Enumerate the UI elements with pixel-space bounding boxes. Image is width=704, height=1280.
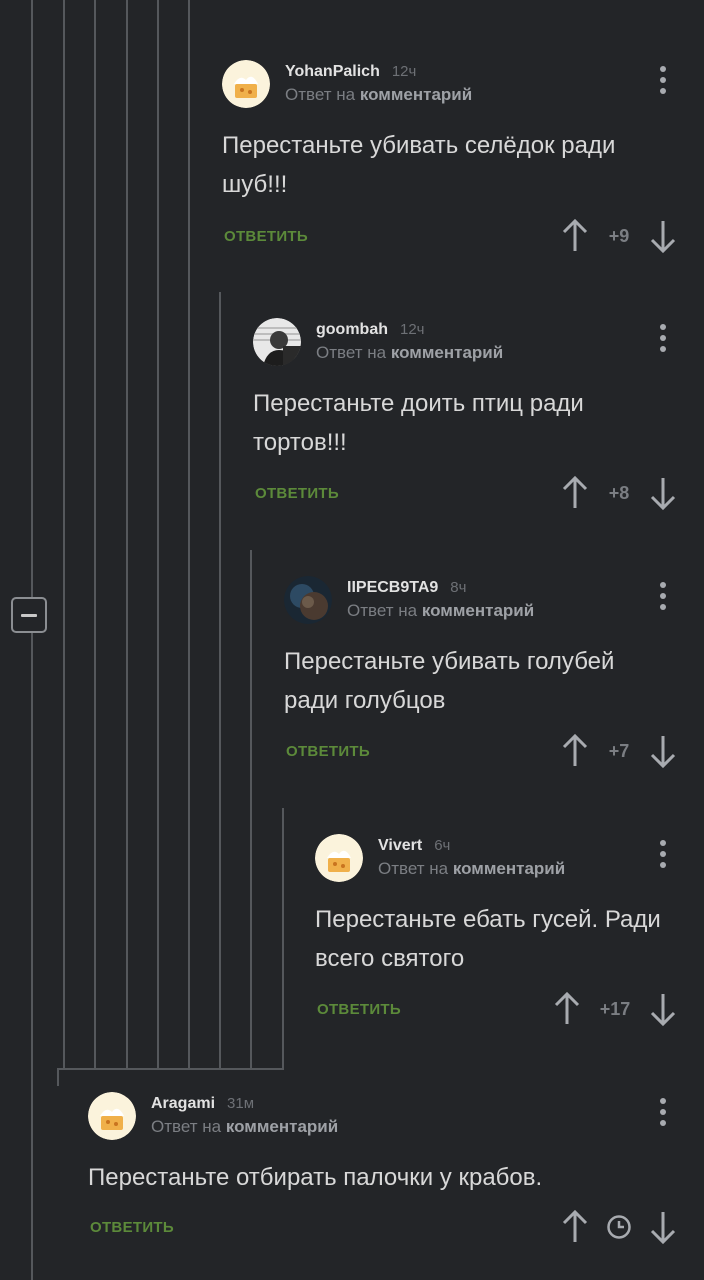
downvote-icon[interactable] <box>650 1209 676 1245</box>
rating-count: +17 <box>599 998 631 1019</box>
cake-avatar-icon <box>222 60 270 108</box>
timestamp: 12ч <box>400 321 425 338</box>
comment-text: Перестаньте убивать голубей ради голубцо… <box>284 648 615 714</box>
comment: Aragami 31м Ответ на комментарий Перестан… <box>88 1092 704 1272</box>
thread-line <box>250 550 252 1070</box>
photo-avatar-icon <box>253 318 301 366</box>
cake-avatar-icon <box>315 834 363 882</box>
timestamp: 6ч <box>434 837 451 854</box>
reply-button[interactable]: ОТВЕТИТЬ <box>90 1219 174 1236</box>
more-options-icon[interactable] <box>658 324 668 354</box>
thread-line <box>219 292 221 1070</box>
reply-to-label: Ответ на комментарий <box>347 601 535 620</box>
reply-to-label: Ответ на комментарий <box>151 1117 339 1136</box>
upvote-icon[interactable] <box>562 733 588 769</box>
upvote-icon[interactable] <box>562 1209 588 1245</box>
timestamp: 12ч <box>391 63 417 80</box>
comment: goombah 12ч Ответ на комментарий Перестан… <box>253 318 704 518</box>
vote-controls: +7 <box>562 733 676 769</box>
timestamp: 8ч <box>450 579 467 596</box>
thread-line <box>282 808 284 1070</box>
rating-count: +9 <box>608 225 630 246</box>
reply-to-label: Ответ на комментарий <box>378 859 566 878</box>
upvote-icon[interactable] <box>562 218 588 254</box>
username[interactable]: IIPECB9TA9 8ч <box>347 579 466 597</box>
thread-line <box>31 0 33 1280</box>
photo-avatar-icon <box>284 576 332 624</box>
thread-connector <box>57 1068 284 1070</box>
avatar[interactable] <box>222 60 270 108</box>
vote-controls <box>562 1209 676 1245</box>
rating-pending <box>588 1214 650 1240</box>
reply-to-label: Ответ на комментарий <box>316 343 504 362</box>
thread-line <box>188 0 190 1070</box>
reply-button[interactable]: ОТВЕТИТЬ <box>255 485 339 502</box>
parent-comment-link[interactable]: комментарий <box>422 601 534 620</box>
downvote-icon[interactable] <box>650 733 676 769</box>
upvote-icon[interactable] <box>562 475 588 511</box>
clock-icon <box>607 1215 631 1239</box>
username[interactable]: YohanPalich 12ч <box>285 63 416 81</box>
reply-to-label: Ответ на комментарий <box>285 85 473 104</box>
thread-line <box>63 0 65 1070</box>
comment: YohanPalich 12ч Ответ на комментарий Пере… <box>222 60 704 260</box>
reply-button[interactable]: ОТВЕТИТЬ <box>286 743 370 760</box>
parent-comment-link[interactable]: комментарий <box>391 343 503 362</box>
thread-line <box>157 0 159 1070</box>
downvote-icon[interactable] <box>650 475 676 511</box>
vote-controls: +8 <box>562 475 676 511</box>
upvote-icon[interactable] <box>554 991 580 1027</box>
rating-count: +7 <box>608 740 630 761</box>
avatar[interactable] <box>284 576 332 624</box>
more-options-icon[interactable] <box>658 840 668 870</box>
comment-text: Перестаньте убивать селёдок ради шуб!!! <box>222 132 616 198</box>
thread-line <box>126 0 128 1070</box>
parent-comment-link[interactable]: комментарий <box>453 859 565 878</box>
cake-avatar-icon <box>88 1092 136 1140</box>
avatar[interactable] <box>253 318 301 366</box>
thread-line <box>57 1068 59 1086</box>
comment: Vivert 6ч Ответ на комментарий Перестаньт… <box>315 834 704 1034</box>
avatar[interactable] <box>315 834 363 882</box>
avatar[interactable] <box>88 1092 136 1140</box>
more-options-icon[interactable] <box>658 1098 668 1128</box>
comment-text: Перестаньте доить птиц ради тортов!!! <box>253 390 584 456</box>
timestamp: 31м <box>227 1095 255 1112</box>
comment-text: Перестаньте ебать гусей. Ради всего свят… <box>315 906 661 972</box>
vote-controls: +17 <box>554 991 676 1027</box>
parent-comment-link[interactable]: комментарий <box>226 1117 338 1136</box>
thread-line <box>94 0 96 1070</box>
username[interactable]: Aragami 31м <box>151 1095 254 1113</box>
comment-text: Перестаньте отбирать палочки у крабов. <box>88 1164 543 1191</box>
username[interactable]: goombah 12ч <box>316 321 425 339</box>
downvote-icon[interactable] <box>650 991 676 1027</box>
reply-button[interactable]: ОТВЕТИТЬ <box>317 1001 401 1018</box>
downvote-icon[interactable] <box>650 218 676 254</box>
more-options-icon[interactable] <box>658 66 668 96</box>
reply-button[interactable]: ОТВЕТИТЬ <box>224 228 308 245</box>
comment: IIPECB9TA9 8ч Ответ на комментарий Перест… <box>284 576 704 776</box>
username[interactable]: Vivert 6ч <box>378 837 450 855</box>
vote-controls: +9 <box>562 218 676 254</box>
rating-count: +8 <box>608 482 630 503</box>
collapse-thread-button[interactable] <box>11 597 47 633</box>
parent-comment-link[interactable]: комментарий <box>360 85 472 104</box>
minus-icon <box>21 614 37 617</box>
more-options-icon[interactable] <box>658 582 668 612</box>
